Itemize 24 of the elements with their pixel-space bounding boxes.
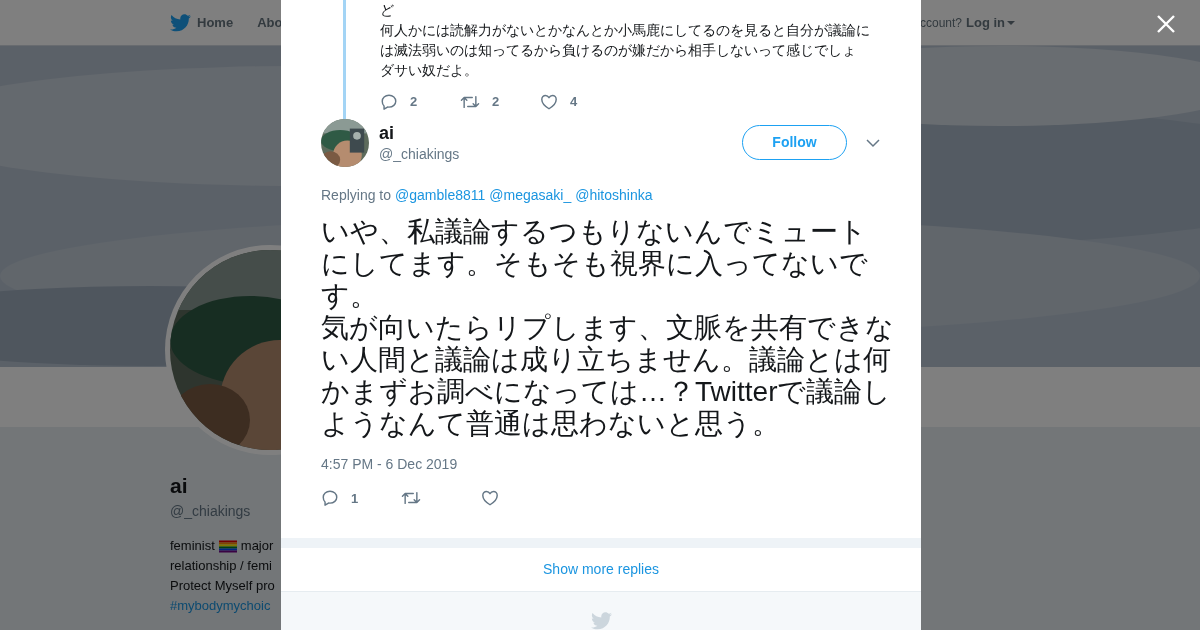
bird-icon — [590, 612, 612, 630]
login-link[interactable]: Log in — [966, 12, 1015, 33]
bio-text: major — [240, 537, 274, 555]
quoted-text-line: 何人かには読解力がないとかなんとか小馬鹿にしてるのを見ると自分が議論に — [380, 21, 871, 40]
hashtag-link[interactable]: #mybodymychoic — [170, 596, 271, 616]
heart-icon[interactable] — [481, 489, 499, 508]
bird-logo-icon — [170, 13, 191, 32]
bio-text: feminist — [170, 537, 215, 555]
tweet-text-line: かまずお調べになっては…？Twitterで議論し — [321, 375, 892, 408]
account-prompt: ccount? — [919, 14, 962, 32]
action-count: 1 — [351, 489, 359, 508]
show-more-replies-link[interactable]: Show more replies — [543, 558, 659, 580]
rainbow-flag-icon — [218, 539, 237, 553]
bio-text: Protect Myself pro — [170, 577, 275, 595]
quoted-text-line: ど — [380, 1, 395, 20]
nav-link[interactable]: Home — [197, 12, 234, 33]
bio-text: relationship / femi — [170, 557, 272, 575]
close-icon[interactable] — [1157, 15, 1175, 33]
nav-link[interactable]: Abo — [257, 12, 283, 33]
tweet-text-line: ようなんて普通は思わないと思う。 — [321, 407, 780, 440]
profile-handle: @_chiakings — [170, 502, 251, 521]
tweet-timestamp: 4:57 PM - 6 Dec 2019 — [321, 454, 459, 474]
profile-name: ai — [170, 473, 188, 499]
reply-icon[interactable] — [321, 489, 339, 508]
